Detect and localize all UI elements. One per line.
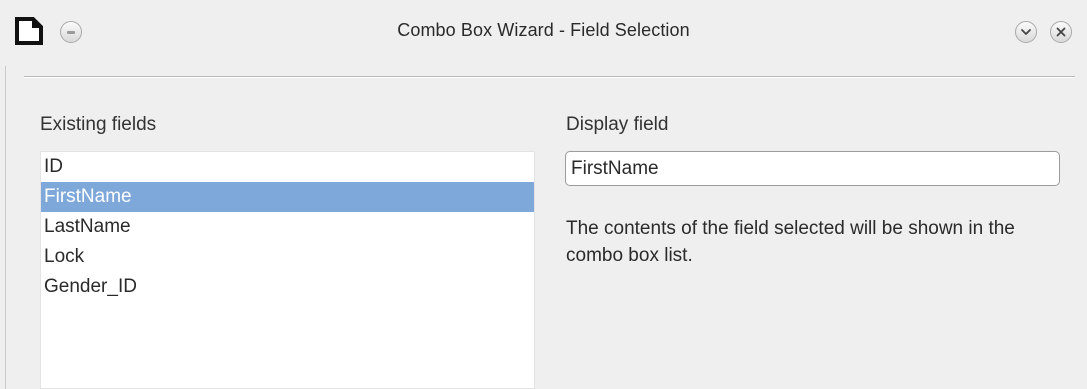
window-title: Combo Box Wizard - Field Selection — [397, 20, 690, 40]
display-field-label: Display field — [566, 114, 669, 135]
existing-fields-label: Existing fields — [40, 114, 157, 135]
window-titlebar: Combo Box Wizard - Field Selection — [0, 0, 1087, 66]
title-separator — [24, 76, 1075, 78]
list-item[interactable]: Lock — [41, 242, 534, 272]
chevron-down-icon[interactable] — [1015, 21, 1037, 43]
display-field-input[interactable] — [565, 151, 1060, 186]
list-item[interactable]: FirstName — [41, 182, 534, 212]
list-item[interactable]: LastName — [41, 212, 534, 242]
list-item[interactable]: ID — [41, 152, 534, 182]
window-left-edge — [5, 66, 6, 389]
list-item[interactable]: Gender_ID — [41, 272, 534, 302]
info-text: The contents of the field selected will … — [566, 218, 1015, 266]
close-icon[interactable] — [1050, 21, 1072, 43]
existing-fields-list[interactable]: ID FirstName LastName Lock Gender_ID — [40, 151, 535, 389]
